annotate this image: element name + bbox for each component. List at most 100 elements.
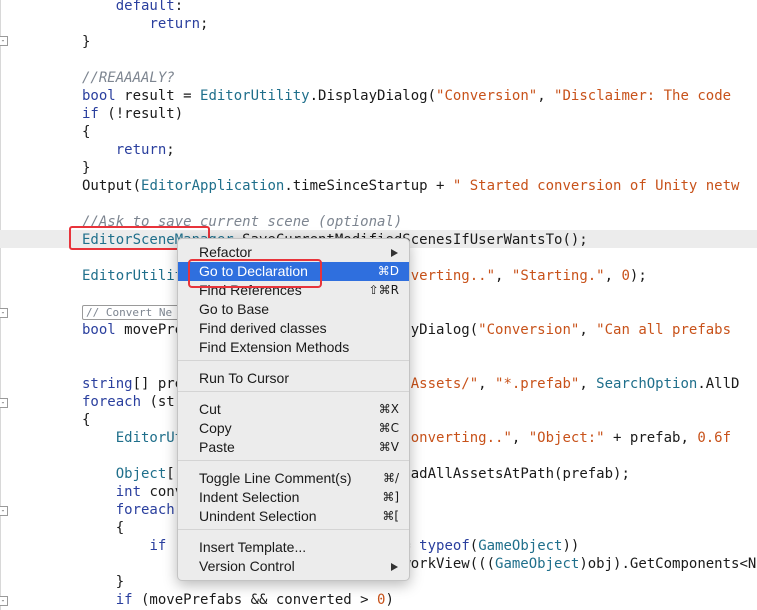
code-line[interactable]: { xyxy=(82,411,90,429)
code-token: } xyxy=(115,574,125,590)
code-token: "Object:" xyxy=(528,430,605,446)
code-token: EditorApplication xyxy=(141,178,285,194)
code-token: if xyxy=(149,538,167,554)
code-token: default xyxy=(115,0,175,14)
code-token: 0 xyxy=(621,268,630,284)
code-token: //REAAAALY? xyxy=(82,70,175,86)
code-token: , xyxy=(579,376,597,392)
code-token: "Disclaimer: The code xyxy=(554,88,732,104)
menu-item-toggle-line-comment-s[interactable]: Toggle Line Comment(s) ⌘/ xyxy=(178,469,409,488)
code-token: , xyxy=(604,268,622,284)
code-token: ( xyxy=(469,538,479,554)
code-token: 0.6f xyxy=(697,430,732,446)
menu-item-version-control[interactable]: Version Control xyxy=(178,557,409,576)
code-line[interactable]: { xyxy=(82,519,124,537)
code-line[interactable]: { xyxy=(82,123,90,141)
code-token: SearchOption xyxy=(596,376,698,392)
code-token: "Conversion" xyxy=(436,88,538,104)
menu-item-find-extension-methods[interactable]: Find Extension Methods xyxy=(178,338,409,357)
menu-item-label: Unindent Selection xyxy=(199,508,317,524)
menu-item-find-derived-classes[interactable]: Find derived classes xyxy=(178,319,409,338)
code-line[interactable]: } xyxy=(82,573,124,591)
menu-item-label: Version Control xyxy=(199,558,295,574)
code-token: { xyxy=(115,520,125,536)
code-token: )) xyxy=(562,538,580,554)
code-token: , xyxy=(495,268,512,284)
code-token: "*.prefab" xyxy=(495,376,580,392)
fold-toggle-icon[interactable]: - xyxy=(0,308,8,318)
menu-item-paste[interactable]: Paste ⌘V xyxy=(178,438,409,457)
code-line[interactable]: if (!result) xyxy=(82,105,183,123)
code-line[interactable]: return; xyxy=(82,141,175,159)
code-line[interactable]: //REAAAALY? xyxy=(82,69,175,87)
code-token: .LoadAllAssetsAtPath(prefab); xyxy=(385,466,630,482)
code-token: .AllD xyxy=(697,376,740,392)
menu-item-run-to-cursor[interactable]: Run To Cursor xyxy=(178,369,409,388)
code-token: foreach xyxy=(115,502,175,518)
code-token: if xyxy=(115,592,133,608)
code-token: + prefab, xyxy=(604,430,698,446)
fold-toggle-icon[interactable]: - xyxy=(0,506,8,516)
code-line[interactable]: return; xyxy=(82,15,208,33)
code-token: EditorUtility xyxy=(200,88,310,104)
menu-item-indent-selection[interactable]: Indent Selection ⌘] xyxy=(178,488,409,507)
code-token: (movePrefabs && converted > xyxy=(132,592,378,608)
code-token: .timeSinceStartup + xyxy=(284,178,453,194)
code-token: .DisplayDialog( xyxy=(309,88,437,104)
fold-toggle-icon[interactable]: - xyxy=(0,596,8,606)
menu-separator xyxy=(178,391,409,392)
code-line[interactable]: bool result = EditorUtility.DisplayDialo… xyxy=(82,87,731,105)
code-token: (!result) xyxy=(98,106,184,122)
menu-item-shortcut: ⌘V xyxy=(378,440,399,454)
code-token: ) xyxy=(385,592,394,608)
code-token: GameObject xyxy=(478,538,563,554)
code-token: } xyxy=(82,160,91,176)
menu-item-label: Find derived classes xyxy=(199,320,327,336)
fold-toggle-icon[interactable]: - xyxy=(0,398,8,408)
code-token: "Can all prefabs xyxy=(596,322,732,338)
code-token: "Assets/" xyxy=(402,376,479,392)
menu-item-copy[interactable]: Copy ⌘C xyxy=(178,419,409,438)
code-line[interactable]: } xyxy=(82,33,90,51)
menu-item-insert-template[interactable]: Insert Template... xyxy=(178,538,409,557)
menu-item-go-to-base[interactable]: Go to Base xyxy=(178,300,409,319)
code-token: } xyxy=(82,34,91,50)
menu-separator xyxy=(178,460,409,461)
menu-separator xyxy=(178,360,409,361)
code-token: EditorUtility xyxy=(82,268,192,284)
code-token: Output( xyxy=(82,178,142,194)
code-token: { xyxy=(82,412,91,428)
code-token: , xyxy=(537,88,555,104)
code-token: : xyxy=(174,0,184,14)
menu-item-label: Toggle Line Comment(s) xyxy=(199,470,352,486)
menu-item-unindent-selection[interactable]: Unindent Selection ⌘[ xyxy=(178,507,409,526)
code-token: " Started conversion of Unity netw xyxy=(452,178,740,194)
code-token: ); xyxy=(629,268,647,284)
annotation-box-menu-item xyxy=(188,259,322,288)
code-line[interactable]: } xyxy=(82,159,90,177)
code-line[interactable]: if (movePrefabs && converted > 0) xyxy=(82,591,394,609)
code-token: { xyxy=(82,124,91,140)
code-token: bool xyxy=(82,88,116,104)
fold-toggle-icon[interactable]: - xyxy=(0,36,8,46)
context-menu[interactable]: Refactor Go to Declaration ⌘D Find Referenc… xyxy=(177,238,410,581)
editor-gutter xyxy=(0,0,1,610)
code-token: ; xyxy=(166,142,175,158)
menu-item-cut[interactable]: Cut ⌘X xyxy=(178,400,409,419)
code-token: )obj).GetComponents<Ne xyxy=(579,556,757,572)
menu-item-label: Copy xyxy=(199,420,232,436)
code-token: return xyxy=(149,16,201,32)
code-token: if xyxy=(82,106,99,122)
code-line[interactable]: default: xyxy=(82,0,183,15)
code-line[interactable]: Output(EditorApplication.timeSinceStartu… xyxy=(82,177,739,195)
